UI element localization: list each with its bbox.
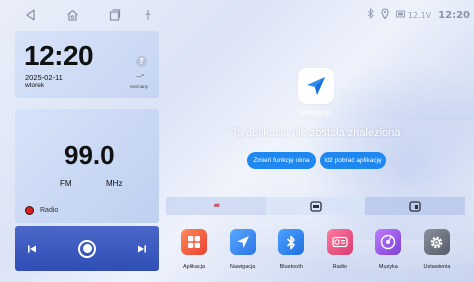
radio-source-label: Radio xyxy=(40,207,59,214)
radio-band: FM xyxy=(60,179,72,188)
back-arrows-icon: ‹‹‹ xyxy=(213,201,220,211)
home-icon[interactable] xyxy=(62,6,82,24)
download-app-button[interactable]: Idź pobrać aplikację xyxy=(320,152,386,169)
status-time: 12:20 xyxy=(438,9,470,21)
weather-unknown-icon: ? xyxy=(136,56,147,67)
clock-date: 2025-02-11 xyxy=(25,73,63,82)
weather-location: nieznany xyxy=(129,84,148,89)
navigation-app-icon[interactable] xyxy=(298,68,334,104)
clock-weather-widget[interactable]: 12:20 2025-02-11 wtorek ? --° nieznany xyxy=(15,31,159,98)
dock-tab-window[interactable] xyxy=(265,197,366,216)
radio-source-icon xyxy=(25,206,34,215)
weather-temperature: --° xyxy=(136,74,144,81)
dock-tabs: ‹‹‹ xyxy=(166,197,466,216)
app-label: Radio xyxy=(332,264,347,270)
recent-apps-icon[interactable] xyxy=(105,6,125,24)
bluetooth-icon xyxy=(278,229,305,255)
settings-icon xyxy=(423,229,450,255)
play-pause-icon[interactable] xyxy=(78,239,96,258)
app-ustawienia[interactable]: Ustawienia xyxy=(417,219,457,274)
app-label: Aplikacja xyxy=(182,264,205,270)
radio-icon xyxy=(326,229,353,255)
voltage-readout: 12.1V xyxy=(407,10,432,20)
change-window-function-button[interactable]: Zmień funkcję okna xyxy=(247,152,316,169)
radio-frequency: 99.0 xyxy=(64,140,115,170)
media-controls xyxy=(15,226,159,271)
app-aplikacja[interactable]: Aplikacja xyxy=(174,219,214,274)
dock-tab-back[interactable]: ‹‹‹ xyxy=(166,197,266,215)
next-icon[interactable] xyxy=(137,244,147,254)
navigation-app-name: Nawigacja xyxy=(299,110,333,117)
app-dock: Aplikacja Nawigacja Bluetooth Radio Muzy… xyxy=(166,219,465,274)
clock-weekday: wtorek xyxy=(25,82,45,89)
split-window-icon xyxy=(409,197,421,216)
app-label: Ustawienia xyxy=(423,264,451,270)
radio-widget[interactable]: 99.0 FM MHz Radio xyxy=(15,109,159,223)
app-label: Bluetooth xyxy=(279,264,303,270)
clock-time: 12:20 xyxy=(24,40,94,71)
location-icon xyxy=(381,8,389,22)
status-indicators: 12.1V 12:20 xyxy=(367,7,470,23)
app-not-found-message: Ta aplikacja nie została znaleziona xyxy=(231,127,401,139)
window-icon xyxy=(309,197,322,216)
app-radio[interactable]: Radio xyxy=(320,219,360,274)
app-muzyka[interactable]: Muzyka xyxy=(368,219,408,274)
apps-grid-icon xyxy=(181,229,207,255)
back-icon[interactable] xyxy=(20,6,40,24)
battery-icon xyxy=(395,10,406,21)
usb-icon xyxy=(138,6,158,24)
app-label: Nawigacja xyxy=(229,264,256,270)
bluetooth-icon xyxy=(367,7,374,22)
music-icon xyxy=(375,229,402,255)
app-bluetooth[interactable]: Bluetooth xyxy=(271,219,311,274)
app-label: Muzyka xyxy=(378,264,398,270)
dock-tab-split[interactable] xyxy=(365,197,466,216)
previous-icon[interactable] xyxy=(27,244,37,254)
status-bar: 12.1V 12:20 xyxy=(0,0,474,30)
app-nawigacja[interactable]: Nawigacja xyxy=(223,219,263,274)
radio-unit: MHz xyxy=(106,179,123,188)
navigation-icon xyxy=(229,229,256,255)
